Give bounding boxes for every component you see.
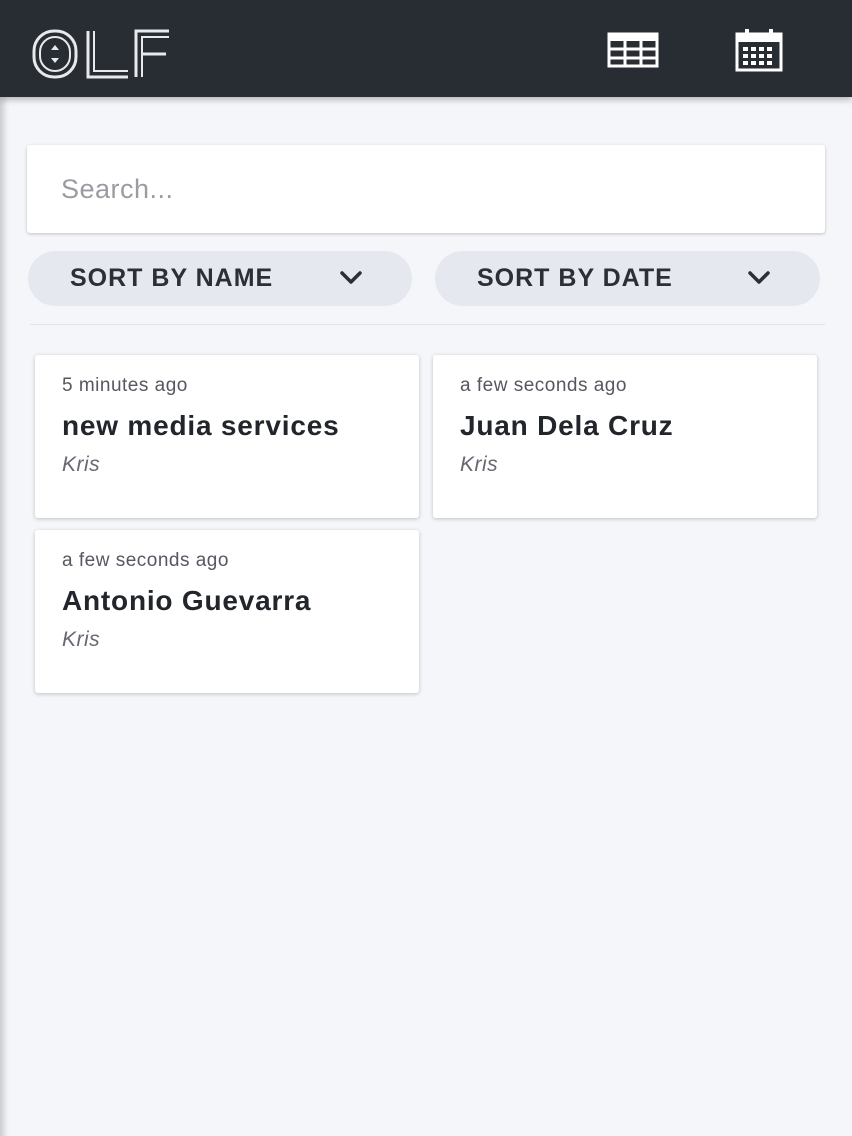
divider <box>30 324 825 325</box>
search-box <box>27 145 825 233</box>
card-author: Kris <box>62 453 101 476</box>
entry-card[interactable]: 5 minutes ago new media services Kris <box>35 355 419 518</box>
card-timestamp: 5 minutes ago <box>62 375 188 396</box>
card-title: Juan Dela Cruz <box>460 410 674 441</box>
card-author: Kris <box>62 628 101 651</box>
olf-logo[interactable] <box>32 28 172 82</box>
card-author: Kris <box>460 453 499 476</box>
sort-by-date-label: SORT BY DATE <box>477 264 673 292</box>
calendar-icon[interactable] <box>733 28 785 72</box>
entry-card[interactable]: a few seconds ago Antonio Guevarra Kris <box>35 530 419 693</box>
chevron-down-icon <box>748 271 770 284</box>
table-grid-icon[interactable] <box>607 28 659 72</box>
left-edge-shadow <box>0 96 10 1136</box>
sort-by-date-button[interactable]: SORT BY DATE <box>435 251 820 306</box>
sort-by-name-button[interactable]: SORT BY NAME <box>28 251 412 306</box>
search-input[interactable] <box>27 145 825 233</box>
sort-by-name-label: SORT BY NAME <box>70 264 274 292</box>
card-title: Antonio Guevarra <box>62 585 312 616</box>
card-timestamp: a few seconds ago <box>460 375 627 396</box>
chevron-down-icon <box>340 271 362 284</box>
top-app-bar <box>0 0 852 97</box>
entry-card[interactable]: a few seconds ago Juan Dela Cruz Kris <box>433 355 817 518</box>
card-timestamp: a few seconds ago <box>62 550 229 571</box>
card-title: new media services <box>62 410 340 441</box>
